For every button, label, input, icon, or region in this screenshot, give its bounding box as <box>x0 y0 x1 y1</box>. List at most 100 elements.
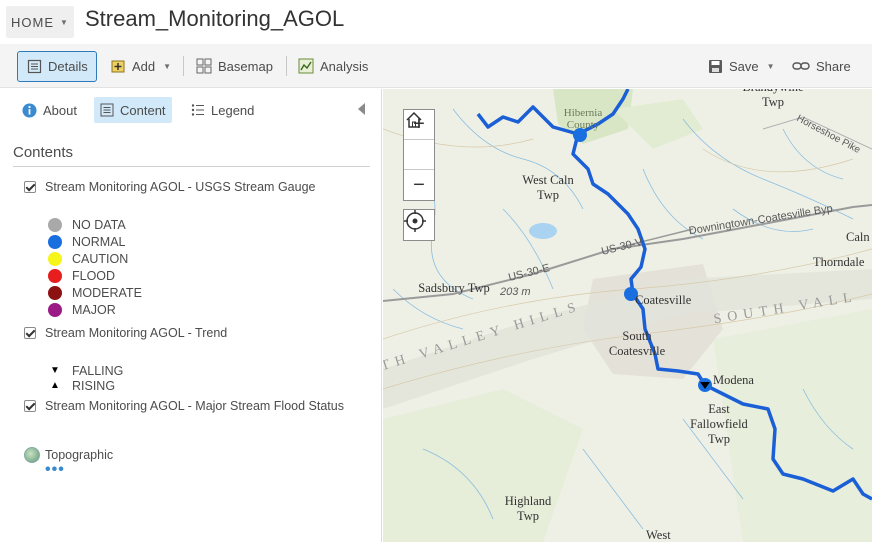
tab-legend[interactable]: Legend <box>185 97 260 123</box>
map-label-highland: Highland Twp <box>504 494 552 523</box>
add-icon <box>110 58 126 74</box>
basemap-button[interactable]: Basemap <box>196 53 273 79</box>
basemap-name: Topographic <box>45 448 114 462</box>
legend-swatch <box>48 302 62 317</box>
legend-icon <box>191 103 205 117</box>
home-button[interactable]: HOME ▼ <box>6 6 74 38</box>
legend-swatch <box>48 285 62 300</box>
link-icon <box>792 58 810 74</box>
share-button[interactable]: Share <box>792 53 851 79</box>
save-label: Save <box>729 58 759 74</box>
details-icon <box>26 59 42 75</box>
layer-visibility-checkbox[interactable] <box>24 327 36 339</box>
map-view[interactable]: + − Hibernia County Brandywine Twp West … <box>383 89 872 542</box>
zoom-controls: + − <box>403 109 435 201</box>
legend-item-flood: FLOOD <box>48 267 115 284</box>
toolbar-divider <box>286 56 287 76</box>
legend-label: RISING <box>72 378 116 393</box>
map-label-brandywine: Brandywine Twp <box>742 89 803 109</box>
map-label-sadsbury: Sadsbury Twp <box>418 281 490 295</box>
map-label-west-caln: West Caln Twp <box>522 173 574 202</box>
map-label-east-fallowfield: East Fallowfield Twp <box>690 402 748 446</box>
map-label-elevation: 203 m <box>500 286 531 298</box>
contents-heading: Contents <box>13 144 74 161</box>
legend-item-major: MAJOR <box>48 301 116 318</box>
app-window: HOME ▼ Stream_Monitoring_AGOL Details Ad… <box>0 0 872 542</box>
map-label-hibernia: Hibernia County <box>563 107 603 131</box>
map-label-caln: Caln <box>846 230 870 244</box>
rising-triangle-icon: ▲ <box>50 380 60 391</box>
legend-label: NO DATA <box>72 217 126 232</box>
falling-triangle-icon: ▼ <box>50 365 60 376</box>
home-extent-button[interactable] <box>404 111 434 170</box>
legend-item-no-data: NO DATA <box>48 216 126 233</box>
title-bar: HOME ▼ Stream_Monitoring_AGOL <box>0 0 872 44</box>
analysis-label: Analysis <box>320 58 369 74</box>
divider <box>13 166 370 167</box>
legend-label: MODERATE <box>72 285 142 300</box>
toolbar-divider <box>183 56 184 76</box>
legend-item-normal: NORMAL <box>48 233 125 250</box>
layer-label[interactable]: Stream Monitoring AGOL - Trend <box>45 326 227 341</box>
locate-icon <box>404 210 426 232</box>
basemap-item[interactable]: Topographic <box>24 447 113 463</box>
legend-swatch <box>48 234 62 249</box>
home-label: HOME <box>11 14 54 30</box>
legend-label: FLOOD <box>72 268 116 283</box>
locate-button[interactable] <box>403 209 435 241</box>
add-button[interactable]: Add ▼ <box>110 53 171 79</box>
panel-tabs: About Content Legend <box>0 89 382 129</box>
info-icon <box>22 103 37 118</box>
map-label-west: West <box>646 528 671 542</box>
tab-legend-label: Legend <box>211 102 255 118</box>
legend-swatch <box>48 251 62 266</box>
chevron-down-icon: ▼ <box>766 61 775 71</box>
chevron-down-icon: ▼ <box>163 61 172 71</box>
legend-item-caution: CAUTION <box>48 250 128 267</box>
map-label-coatesville: Coatesville <box>635 293 692 307</box>
legend-swatch <box>48 268 62 283</box>
layer-label[interactable]: Stream Monitoring AGOL - USGS Stream Gau… <box>45 180 315 195</box>
basemap-label: Basemap <box>218 58 273 74</box>
collapse-panel-icon[interactable] <box>358 103 365 115</box>
zoom-out-button[interactable]: − <box>404 170 434 200</box>
globe-icon <box>24 447 40 463</box>
save-button[interactable]: Save ▼ <box>707 53 775 79</box>
layer-item-trend: Stream Monitoring AGOL - Trend <box>24 326 227 341</box>
legend-label: CAUTION <box>72 251 129 266</box>
tab-about-label: About <box>43 102 77 118</box>
layer-item-usgs-gauge: Stream Monitoring AGOL - USGS Stream Gau… <box>24 180 315 195</box>
legend-item-moderate: MODERATE <box>48 284 142 301</box>
tab-content[interactable]: Content <box>94 97 172 123</box>
content-icon <box>100 103 114 117</box>
map-canvas <box>383 89 872 542</box>
map-label-modena: Modena <box>713 373 754 387</box>
layer-visibility-checkbox[interactable] <box>24 400 36 412</box>
details-button[interactable]: Details <box>17 51 97 82</box>
more-options-icon[interactable]: ••• <box>45 462 65 478</box>
map-title: Stream_Monitoring_AGOL <box>85 6 345 31</box>
legend-label: FALLING <box>72 363 124 378</box>
layer-label[interactable]: Stream Monitoring AGOL - Major Stream Fl… <box>45 399 344 414</box>
basemap-icon <box>196 58 212 74</box>
analysis-button[interactable]: Analysis <box>298 53 368 79</box>
legend-label: MAJOR <box>72 302 116 317</box>
home-icon <box>406 111 422 128</box>
add-label: Add <box>132 58 156 74</box>
chevron-down-icon: ▼ <box>60 17 69 27</box>
layer-visibility-checkbox[interactable] <box>24 181 36 193</box>
tab-content-label: Content <box>120 102 166 118</box>
save-icon <box>707 58 723 74</box>
side-panel: About Content Legend Contents Stream Mon… <box>0 89 382 542</box>
legend-item-rising: ▲ RISING <box>48 377 115 394</box>
map-label-south-coatesville: South Coatesville <box>608 329 666 358</box>
layer-item-flood-status: Stream Monitoring AGOL - Major Stream Fl… <box>24 399 344 414</box>
share-label: Share <box>816 58 851 74</box>
tab-about[interactable]: About <box>16 97 83 123</box>
toolbar: Details Add ▼ Basemap Analysis Save ▼ Sh… <box>0 44 872 88</box>
analysis-icon <box>298 58 314 74</box>
details-label: Details <box>48 59 88 74</box>
map-label-thorndale: Thorndale <box>813 255 865 269</box>
legend-label: NORMAL <box>72 234 126 249</box>
legend-swatch <box>48 217 62 232</box>
